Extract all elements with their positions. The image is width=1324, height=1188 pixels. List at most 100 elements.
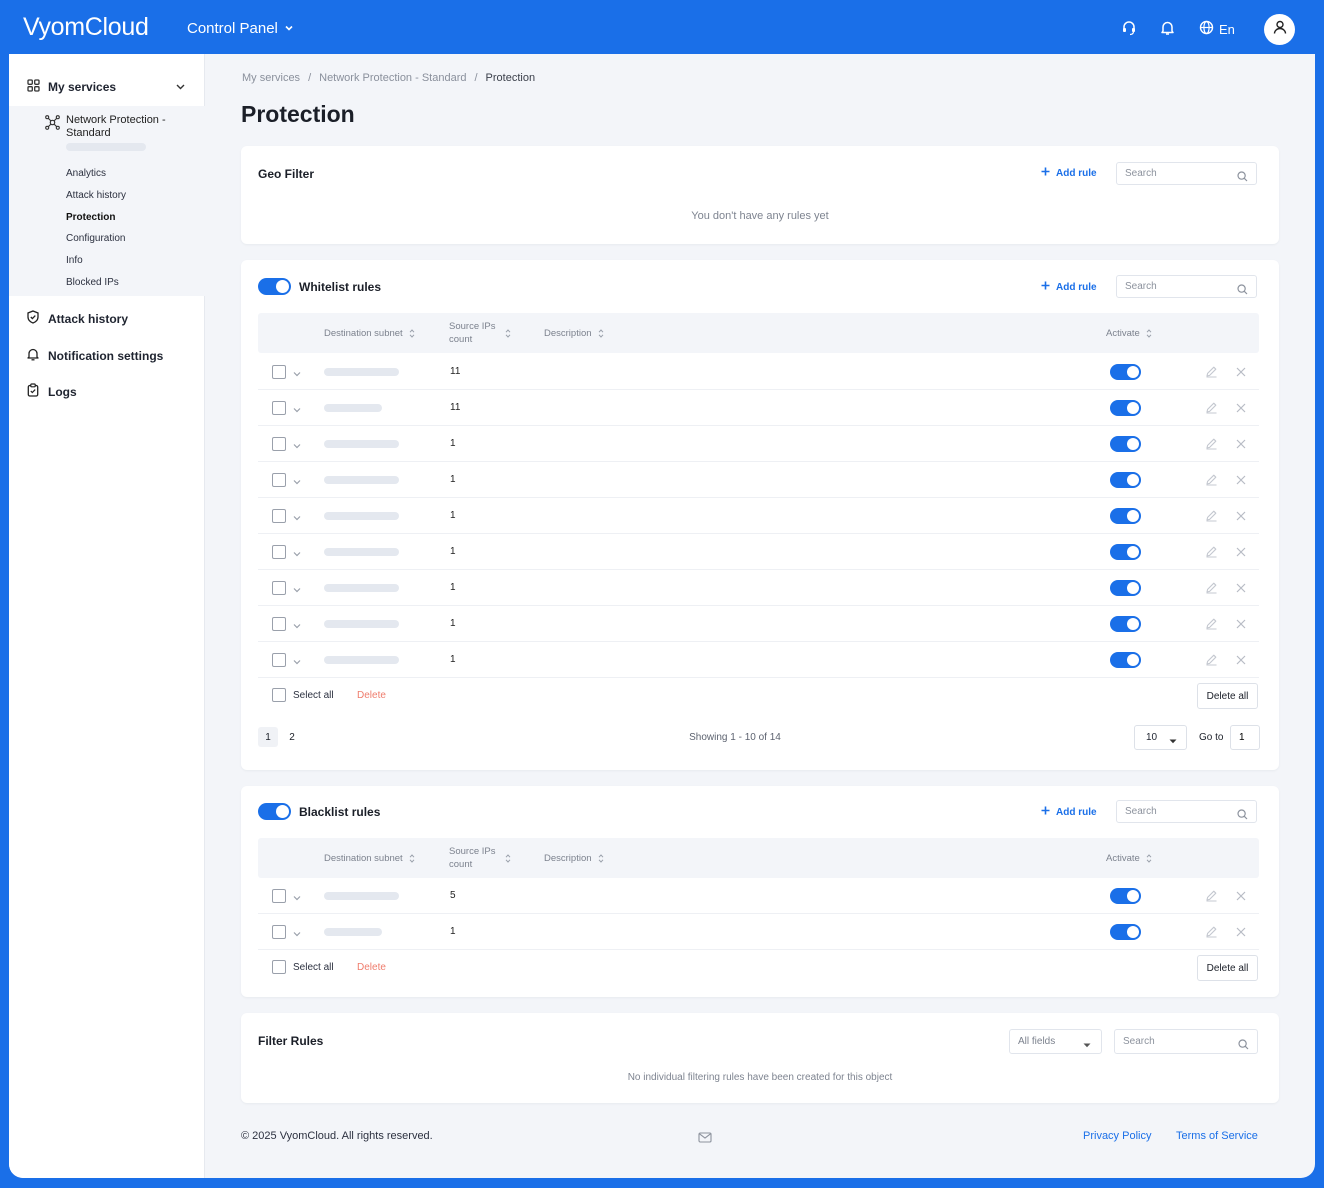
column-source-ips-count[interactable]: Source IPs count bbox=[449, 313, 511, 353]
row-checkbox[interactable] bbox=[272, 437, 286, 451]
activate-toggle[interactable] bbox=[1110, 472, 1141, 488]
column-source-ips-count[interactable]: Source IPs count bbox=[449, 838, 511, 878]
whitelist-search-input[interactable] bbox=[1117, 276, 1227, 297]
activate-toggle[interactable] bbox=[1110, 436, 1141, 452]
sidebar-item-configuration[interactable]: Configuration bbox=[66, 233, 125, 244]
close-icon[interactable] bbox=[1235, 545, 1247, 563]
search-icon[interactable] bbox=[1237, 807, 1248, 825]
close-icon[interactable] bbox=[1235, 473, 1247, 491]
activate-toggle[interactable] bbox=[1110, 652, 1141, 668]
breadcrumb-service[interactable]: Network Protection - Standard bbox=[319, 72, 466, 84]
activate-toggle[interactable] bbox=[1110, 364, 1141, 380]
chevron-down-icon[interactable] bbox=[292, 618, 302, 636]
column-destination-subnet[interactable]: Destination subnet bbox=[324, 838, 415, 878]
chevron-down-icon[interactable] bbox=[292, 890, 302, 908]
select-all-checkbox[interactable] bbox=[272, 960, 286, 974]
edit-icon[interactable] bbox=[1205, 365, 1218, 383]
row-checkbox[interactable] bbox=[272, 509, 286, 523]
edit-icon[interactable] bbox=[1205, 889, 1218, 907]
sidebar-item-analytics[interactable]: Analytics bbox=[66, 168, 106, 179]
control-panel-menu[interactable]: Control Panel bbox=[187, 20, 294, 37]
nav-logs[interactable]: Logs bbox=[26, 383, 77, 400]
edit-icon[interactable] bbox=[1205, 581, 1218, 599]
terms-of-service-link[interactable]: Terms of Service bbox=[1176, 1130, 1258, 1142]
select-all-checkbox[interactable] bbox=[272, 688, 286, 702]
activate-toggle[interactable] bbox=[1110, 888, 1141, 904]
page-size-select[interactable]: 10 bbox=[1134, 725, 1187, 750]
edit-icon[interactable] bbox=[1205, 617, 1218, 635]
chevron-down-icon[interactable] bbox=[292, 546, 302, 564]
whitelist-delete-link[interactable]: Delete bbox=[357, 690, 386, 701]
activate-toggle[interactable] bbox=[1110, 616, 1141, 632]
breadcrumb-my-services[interactable]: My services bbox=[242, 72, 300, 84]
blacklist-delete-link[interactable]: Delete bbox=[357, 962, 386, 973]
chevron-down-icon[interactable] bbox=[292, 654, 302, 672]
column-description[interactable]: Description bbox=[544, 838, 604, 878]
blacklist-delete-all-button[interactable]: Delete all bbox=[1197, 955, 1258, 981]
headset-icon[interactable] bbox=[1121, 20, 1137, 36]
activate-toggle[interactable] bbox=[1110, 544, 1141, 560]
sidebar-item-protection[interactable]: Protection bbox=[66, 212, 115, 223]
close-icon[interactable] bbox=[1235, 437, 1247, 455]
chevron-down-icon[interactable] bbox=[292, 474, 302, 492]
blacklist-add-rule-button[interactable]: Add rule bbox=[1041, 806, 1097, 818]
row-checkbox[interactable] bbox=[272, 473, 286, 487]
privacy-policy-link[interactable]: Privacy Policy bbox=[1083, 1130, 1151, 1142]
close-icon[interactable] bbox=[1235, 925, 1247, 943]
activate-toggle[interactable] bbox=[1110, 400, 1141, 416]
edit-icon[interactable] bbox=[1205, 401, 1218, 419]
search-icon[interactable] bbox=[1237, 282, 1248, 300]
whitelist-toggle[interactable] bbox=[258, 278, 291, 295]
geo-filter-add-rule-button[interactable]: Add rule bbox=[1041, 167, 1097, 179]
activate-toggle[interactable] bbox=[1110, 508, 1141, 524]
close-icon[interactable] bbox=[1235, 617, 1247, 635]
row-checkbox[interactable] bbox=[272, 653, 286, 667]
activate-toggle[interactable] bbox=[1110, 580, 1141, 596]
whitelist-delete-all-button[interactable]: Delete all bbox=[1197, 683, 1258, 709]
close-icon[interactable] bbox=[1235, 581, 1247, 599]
service-item[interactable]: Network Protection - Standard bbox=[45, 114, 178, 140]
chevron-down-icon[interactable] bbox=[292, 510, 302, 528]
chevron-down-icon[interactable] bbox=[292, 582, 302, 600]
edit-icon[interactable] bbox=[1205, 545, 1218, 563]
edit-icon[interactable] bbox=[1205, 925, 1218, 943]
edit-icon[interactable] bbox=[1205, 509, 1218, 527]
search-icon[interactable] bbox=[1237, 169, 1248, 187]
logo[interactable]: VyomCloud bbox=[23, 13, 149, 42]
sidebar-item-info[interactable]: Info bbox=[66, 255, 83, 266]
chevron-down-icon[interactable] bbox=[292, 366, 302, 384]
sidebar-item-blocked-ips[interactable]: Blocked IPs bbox=[66, 277, 119, 288]
row-checkbox[interactable] bbox=[272, 545, 286, 559]
row-checkbox[interactable] bbox=[272, 617, 286, 631]
filter-rules-search-input[interactable] bbox=[1115, 1030, 1225, 1053]
close-icon[interactable] bbox=[1235, 365, 1247, 383]
blacklist-select-all[interactable]: Select all bbox=[272, 960, 334, 974]
close-icon[interactable] bbox=[1235, 889, 1247, 907]
nav-attack-history[interactable]: Attack history bbox=[26, 310, 128, 327]
row-checkbox[interactable] bbox=[272, 925, 286, 939]
close-icon[interactable] bbox=[1235, 401, 1247, 419]
blacklist-search-input[interactable] bbox=[1117, 801, 1227, 822]
whitelist-add-rule-button[interactable]: Add rule bbox=[1041, 281, 1097, 293]
close-icon[interactable] bbox=[1235, 653, 1247, 671]
column-destination-subnet[interactable]: Destination subnet bbox=[324, 313, 415, 353]
avatar[interactable] bbox=[1264, 14, 1295, 45]
mail-icon[interactable] bbox=[698, 1130, 712, 1148]
edit-icon[interactable] bbox=[1205, 437, 1218, 455]
geo-filter-search-input[interactable] bbox=[1117, 163, 1227, 184]
row-checkbox[interactable] bbox=[272, 889, 286, 903]
column-activate[interactable]: Activate bbox=[1106, 313, 1152, 353]
blacklist-toggle[interactable] bbox=[258, 803, 291, 820]
column-activate[interactable]: Activate bbox=[1106, 838, 1152, 878]
search-icon[interactable] bbox=[1238, 1037, 1249, 1055]
row-checkbox[interactable] bbox=[272, 401, 286, 415]
activate-toggle[interactable] bbox=[1110, 924, 1141, 940]
close-icon[interactable] bbox=[1235, 509, 1247, 527]
goto-input[interactable] bbox=[1231, 726, 1259, 749]
row-checkbox[interactable] bbox=[272, 581, 286, 595]
whitelist-select-all[interactable]: Select all bbox=[272, 688, 334, 702]
edit-icon[interactable] bbox=[1205, 473, 1218, 491]
field-select[interactable]: All fields bbox=[1009, 1029, 1102, 1054]
chevron-down-icon[interactable] bbox=[292, 402, 302, 420]
edit-icon[interactable] bbox=[1205, 653, 1218, 671]
